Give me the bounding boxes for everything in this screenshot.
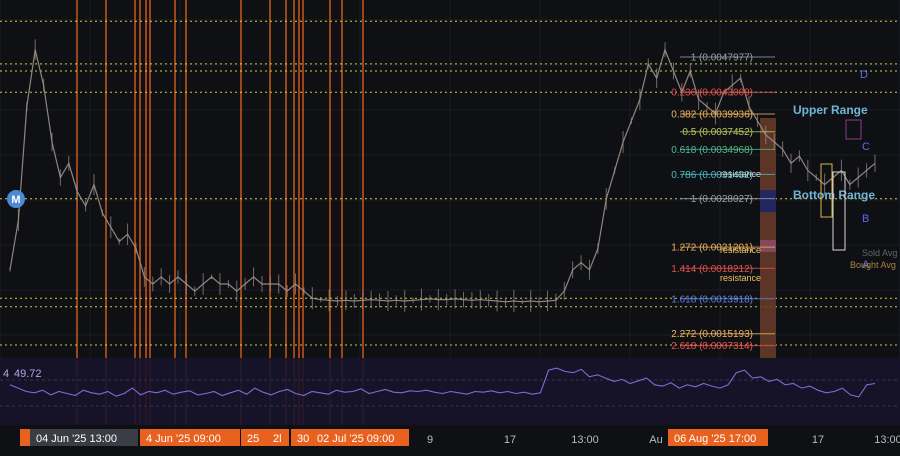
x-axis-highlight-label: 30 bbox=[297, 433, 309, 445]
wave-label-d: D bbox=[860, 69, 868, 81]
bottom-range-label: Bottom Range bbox=[793, 188, 875, 202]
rsi-left-value: 4 bbox=[3, 368, 9, 380]
wave-label-c: C bbox=[862, 141, 870, 153]
fib-level-label: 0.618 (0.0034968) bbox=[671, 145, 753, 156]
x-axis-highlight-label: 06 Aug '25 17:00 bbox=[674, 433, 756, 445]
fib-level-label: 0.382 (0.0039936) bbox=[671, 110, 753, 121]
resistance-label: resistance bbox=[720, 273, 761, 283]
fib-level-label: 2.618 (0.0007314) bbox=[671, 341, 753, 352]
x-axis-orange-stub bbox=[20, 429, 30, 446]
upper-range-label: Upper Range bbox=[793, 103, 868, 117]
x-tick-label: 13:00 bbox=[571, 434, 599, 446]
wave-label-b: B bbox=[862, 213, 869, 225]
fibonacci-zone bbox=[760, 118, 776, 358]
fib-level-label: 0.236 (0.0043009) bbox=[671, 88, 753, 99]
rsi-panel: 4 49.72 bbox=[0, 358, 900, 425]
price-chart[interactable]: 1 (0.0047977) 0.236 (0.0043009) 0.382 (0.0… bbox=[0, 0, 900, 456]
resistance-label: resistance bbox=[720, 169, 761, 179]
x-tick-label: 17 bbox=[812, 434, 824, 446]
fib-level-label: 1 (0.0028027) bbox=[691, 194, 753, 205]
rsi-value-label: 49.72 bbox=[14, 368, 42, 380]
x-axis: 9 17 13:00 Au 17 13:00 04 Jun '25 13:00 4 Jun '… bbox=[0, 425, 900, 456]
x-tick-label: 9 bbox=[427, 434, 433, 446]
x-axis-highlight-label: 02 Jul '25 09:00 bbox=[317, 433, 394, 445]
x-axis-highlight-label: 2l bbox=[273, 433, 282, 445]
fib-level-label: 1.618 (0.0013918) bbox=[671, 294, 753, 305]
x-tick-label: 13:00 bbox=[874, 434, 900, 446]
x-axis-highlight-label: 04 Jun '25 13:00 bbox=[36, 433, 117, 445]
marker-badge-text: M bbox=[11, 194, 20, 206]
x-tick-label: Au bbox=[649, 434, 662, 446]
x-axis-highlight-label: 4 Jun '25 09:00 bbox=[146, 433, 221, 445]
sold-avg-label: Sold Avg bbox=[862, 248, 897, 258]
x-tick-label: 17 bbox=[504, 434, 516, 446]
bought-avg-label: Bought Avg bbox=[850, 260, 896, 270]
fib-zone-blue-band bbox=[760, 190, 776, 212]
x-axis-highlight-label: 25 bbox=[247, 433, 259, 445]
resistance-label: resistance bbox=[720, 245, 761, 255]
fib-level-label: 1 (0.0047977) bbox=[691, 52, 753, 63]
fib-zone-column bbox=[760, 118, 776, 358]
fib-zone-pink-band bbox=[760, 240, 776, 252]
fib-level-label: 0.5 (0.0037452) bbox=[682, 127, 753, 138]
fib-level-label: 2.272 (0.0015193) bbox=[671, 329, 753, 340]
